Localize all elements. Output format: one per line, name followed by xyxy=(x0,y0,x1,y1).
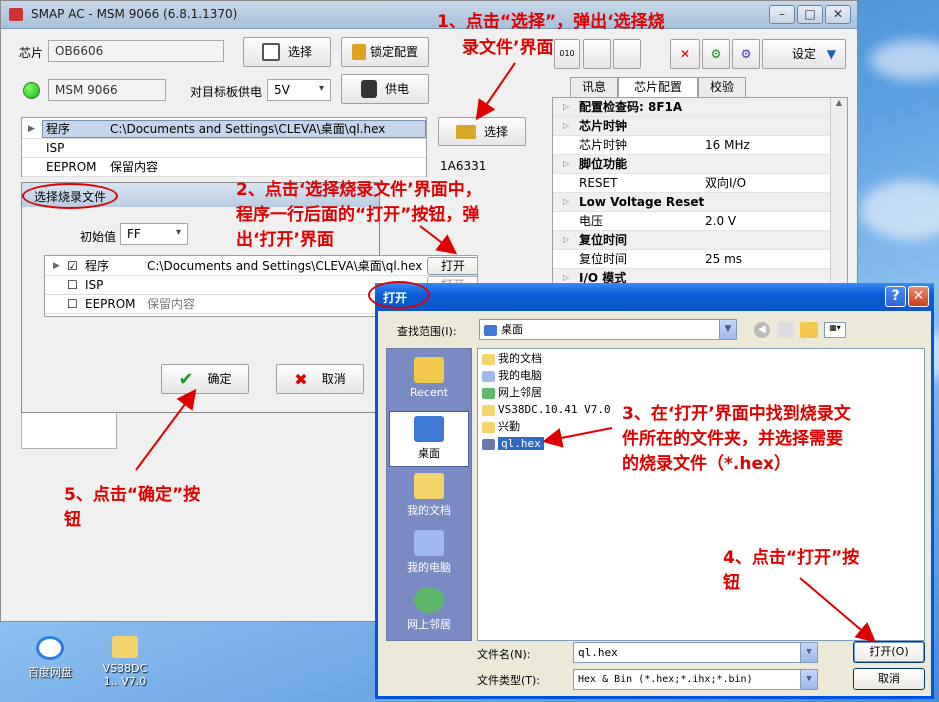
arrow-step3 xyxy=(542,427,613,448)
arrow-step1 xyxy=(475,62,516,121)
arrow-step5 xyxy=(135,388,197,471)
arrow-step2 xyxy=(419,225,458,255)
arrow-step4 xyxy=(799,577,877,643)
annotation-arrows xyxy=(135,62,877,643)
